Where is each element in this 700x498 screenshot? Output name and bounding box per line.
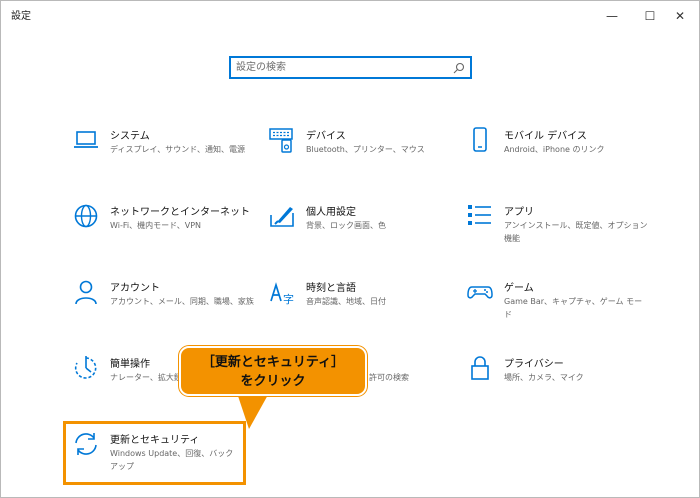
settings-item-accounts[interactable]: アカウント アカウント、メール、同期、職場、家族 bbox=[73, 279, 263, 339]
gamepad-icon bbox=[467, 286, 493, 299]
window-title: 設定 bbox=[11, 11, 31, 22]
search-icon[interactable] bbox=[452, 61, 466, 75]
globe-icon bbox=[74, 204, 98, 228]
item-description: Game Bar、キャプチャ、ゲーム モード bbox=[504, 297, 643, 319]
item-description: 背景、ロック画面、色 bbox=[306, 221, 386, 230]
settings-item-system[interactable]: システム ディスプレイ、サウンド、通知、電源 bbox=[73, 127, 263, 187]
item-description: Wi-Fi、機内モード、VPN bbox=[110, 221, 202, 230]
laptop-icon bbox=[74, 131, 98, 148]
title-bar: 設定 — ☐ ✕ bbox=[1, 1, 699, 31]
close-button[interactable]: ✕ bbox=[661, 1, 699, 31]
callout-annotation: ［更新とセキュリティ］ をクリック bbox=[179, 346, 367, 396]
settings-window: 設定 — ☐ ✕ システム ディスプレイ、サウンド、通知、電源 デバイス Blu… bbox=[0, 0, 700, 498]
callout-text: ［更新とセキュリティ］ をクリック bbox=[201, 355, 345, 389]
svg-text:字: 字 bbox=[283, 292, 294, 305]
item-title: デバイス bbox=[306, 131, 346, 142]
lock-icon bbox=[471, 356, 489, 380]
settings-item-time-language[interactable]: 字 時刻と言語 音声認識、地域、日付 bbox=[269, 279, 459, 339]
settings-item-devices[interactable]: デバイス Bluetooth、プリンター、マウス bbox=[269, 127, 459, 187]
item-title: ネットワークとインターネット bbox=[110, 207, 250, 218]
item-title: アカウント bbox=[110, 283, 160, 294]
ease-of-access-icon bbox=[74, 356, 97, 379]
item-title: ゲーム bbox=[504, 283, 534, 294]
item-description: Bluetooth、プリンター、マウス bbox=[306, 145, 425, 154]
item-description: 音声認識、地域、日付 bbox=[306, 297, 386, 306]
item-title: モバイル デバイス bbox=[504, 131, 587, 142]
settings-item-apps[interactable]: アプリ アンインストール、既定値、オプション機能 bbox=[467, 203, 657, 263]
minimize-button[interactable]: — bbox=[593, 1, 631, 31]
settings-item-mobile-devices[interactable]: モバイル デバイス Android、iPhone のリンク bbox=[467, 127, 657, 187]
item-title: 時刻と言語 bbox=[306, 283, 356, 294]
item-description: 場所、カメラ、マイク bbox=[504, 373, 584, 382]
apps-icon bbox=[468, 205, 491, 225]
settings-item-personalization[interactable]: 個人用設定 背景、ロック画面、色 bbox=[269, 203, 459, 263]
highlight-frame bbox=[63, 421, 246, 485]
search-box[interactable] bbox=[229, 56, 472, 79]
item-description: Android、iPhone のリンク bbox=[504, 145, 605, 154]
item-title: システム bbox=[110, 131, 150, 142]
settings-item-gaming[interactable]: ゲーム Game Bar、キャプチャ、ゲーム モード bbox=[467, 279, 657, 339]
settings-item-privacy[interactable]: プライバシー 場所、カメラ、マイク bbox=[467, 355, 657, 415]
paint-icon bbox=[270, 207, 294, 227]
item-description: アンインストール、既定値、オプション機能 bbox=[504, 221, 648, 243]
item-title: プライバシー bbox=[504, 359, 564, 370]
language-icon: 字 bbox=[270, 282, 294, 305]
settings-item-network[interactable]: ネットワークとインターネット Wi-Fi、機内モード、VPN bbox=[73, 203, 263, 263]
search-input[interactable] bbox=[231, 58, 446, 77]
item-title: アプリ bbox=[504, 207, 534, 218]
item-description: アカウント、メール、同期、職場、家族 bbox=[110, 297, 254, 306]
person-icon bbox=[75, 280, 97, 305]
item-title: 個人用設定 bbox=[306, 207, 356, 218]
keyboard-icon bbox=[269, 128, 293, 153]
item-title: 簡単操作 bbox=[110, 359, 150, 370]
callout-tail bbox=[237, 393, 269, 429]
item-description: ディスプレイ、サウンド、通知、電源 bbox=[110, 145, 245, 154]
phone-icon bbox=[473, 127, 487, 152]
